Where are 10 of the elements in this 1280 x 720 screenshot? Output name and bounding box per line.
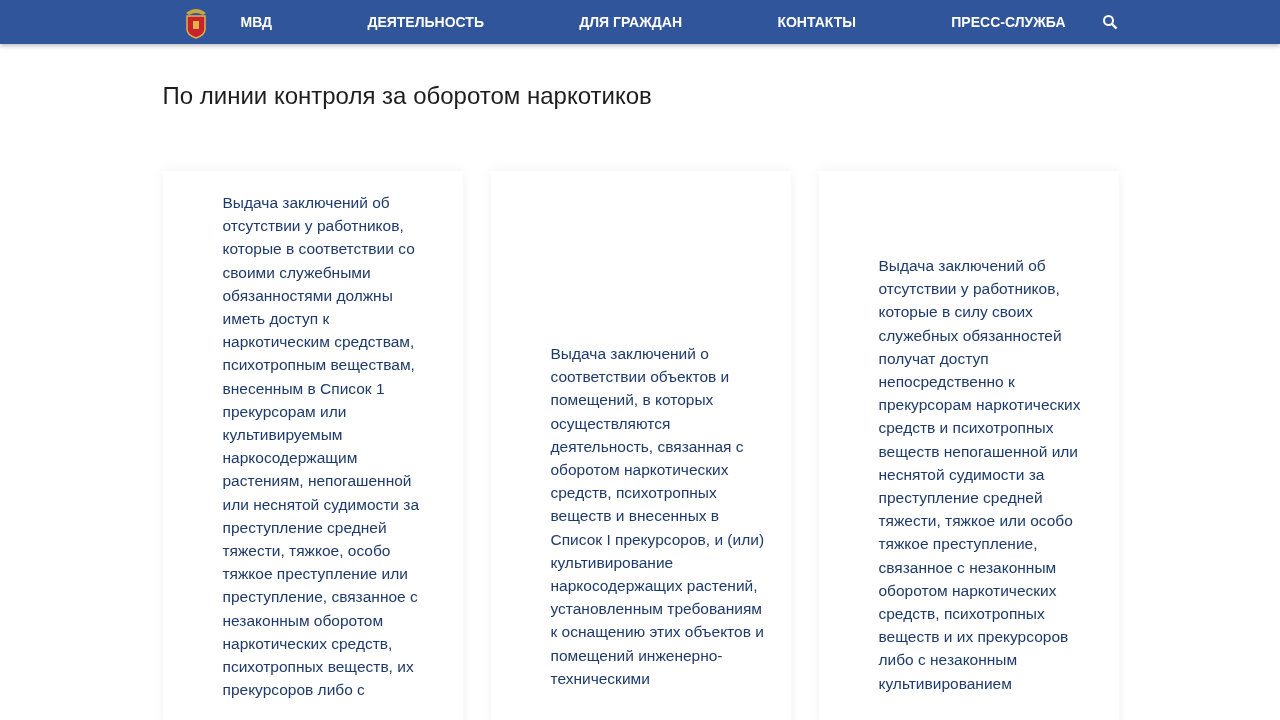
nav-link[interactable]: ДЛЯ ГРАЖДАН bbox=[579, 14, 683, 30]
service-description: Выдача заключений о соответствии объектов и помещений, в которых осуществляются деятельность, связанная с оборотом наркотических средств, психотропных веществ и внесенных в Список I прекурсоров, и (или) культивирование наркосодержащих растений, установленным требованиям к оснащению этих объектов и помещений инженерно-техническими bbox=[550, 344, 766, 689]
service-description: Выдача заключений об отсутствии у работников, которые в соответствии со своими служебными обязанностями должны иметь доступ к наркотическим средствам, психотропным веществам, внесенным в Список 1 прекурсорам или культивируемым наркосодержащим растениям, непогашенной или неснятой судимости за преступление средней тяжести, тяжкое, особо тяжкое преступление или преступление, связанное с незаконным оборотом наркотических средств, психотропных веществ, их прекурсоров либо с bbox=[222, 193, 421, 701]
nav-link[interactable]: МВД bbox=[240, 14, 273, 30]
search-icon[interactable] bbox=[1101, 14, 1118, 30]
nav-link[interactable]: КОНТАКТЫ bbox=[777, 14, 856, 30]
page-title: По линии контроля за оборотом наркотиков bbox=[162, 81, 653, 111]
service-description: Выдача заключений об отсутствии у работников, которые в силу своих служебных обязанностей получат доступ непосредственно к прекурсорам наркотических средств и психотропных веществ непогашенной или неснятой судимости за преступление средней тяжести, тяжкое или особо тяжкое преступление, связанное с незаконным оборотом наркотических средств, психотропных веществ и их прекурсоров либо с незаконным культивированием bbox=[878, 256, 1082, 694]
nav-link[interactable]: ДЕЯТЕЛЬНОСТЬ bbox=[367, 14, 484, 30]
nav-link[interactable]: ПРЕСС-СЛУЖБА bbox=[951, 14, 1066, 30]
